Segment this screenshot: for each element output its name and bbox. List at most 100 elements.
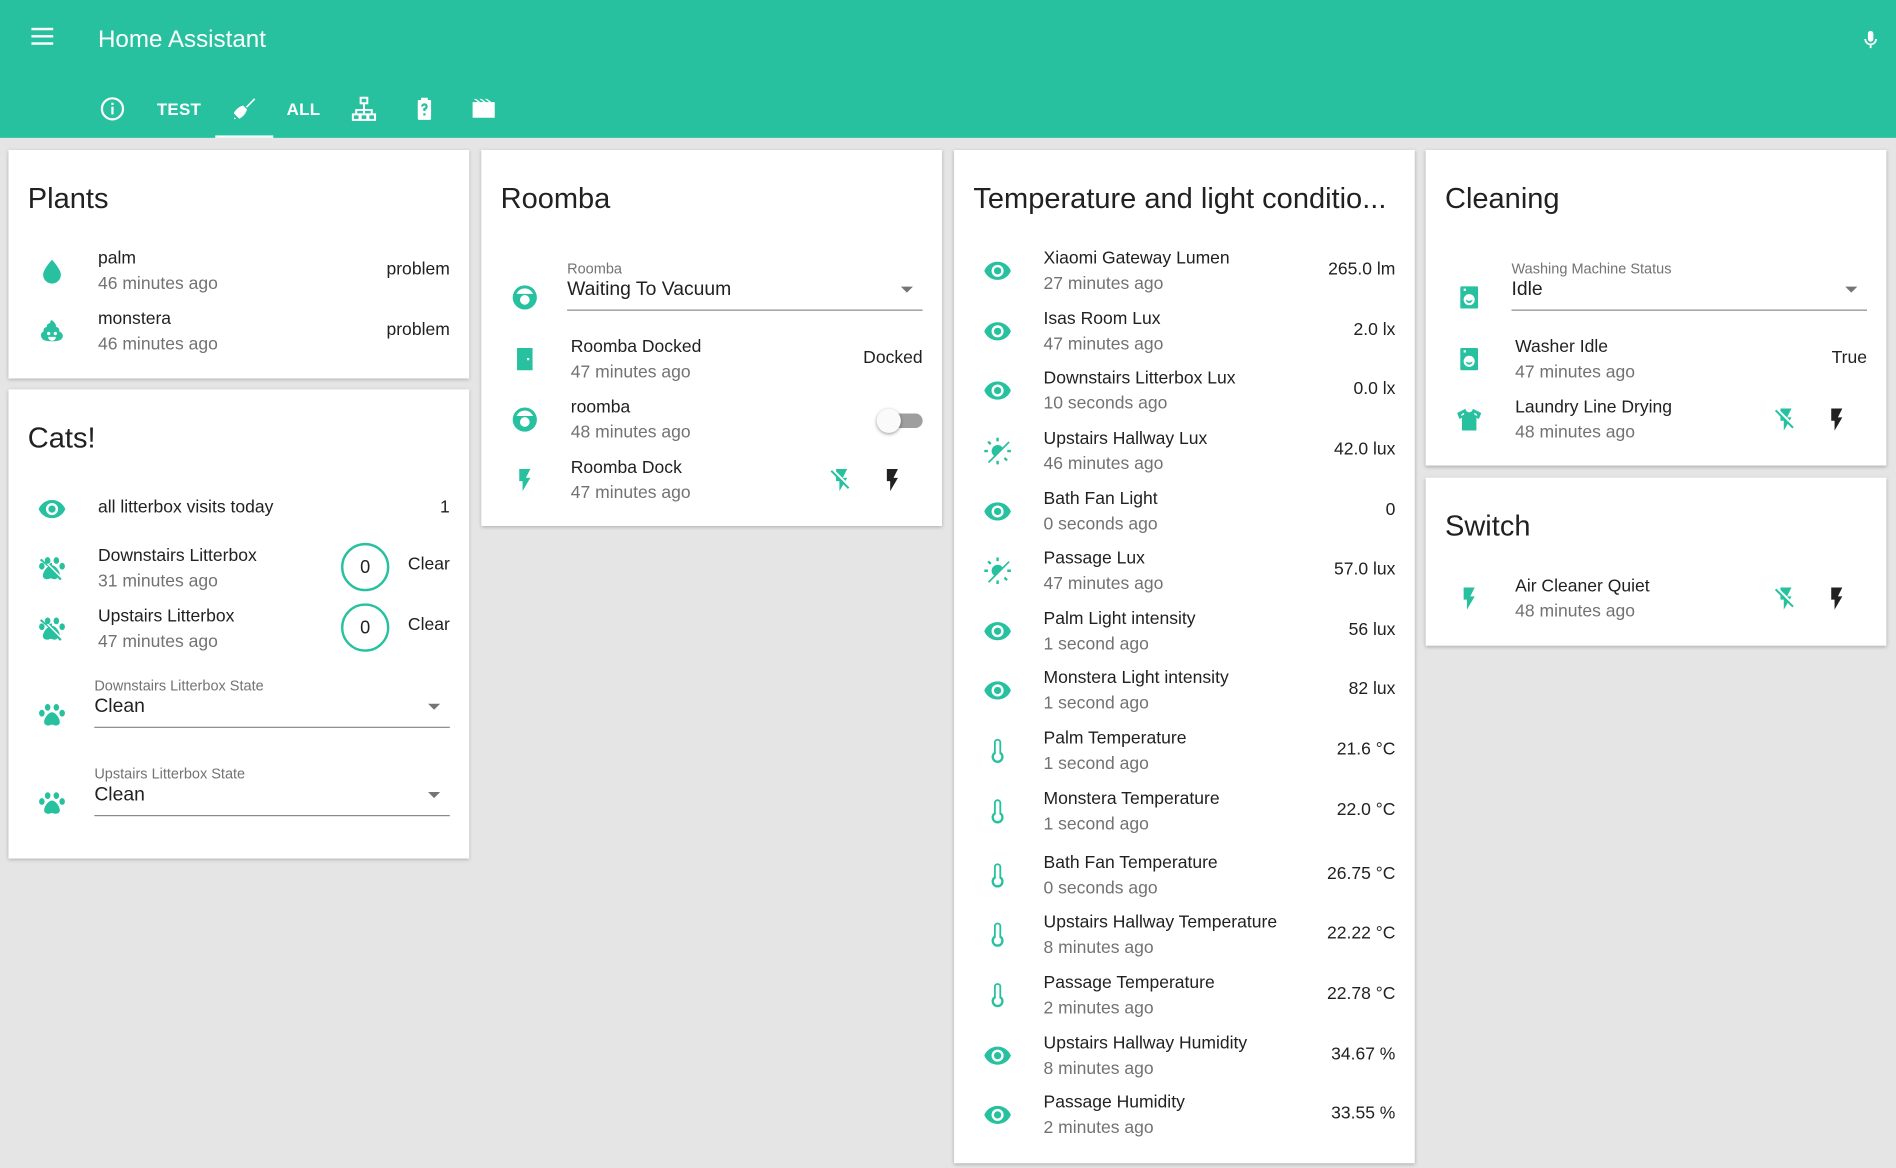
dropdown-arrow-icon[interactable]: [1845, 286, 1858, 293]
entity-state: 22.22 °C: [1326, 923, 1396, 944]
turn-off-button[interactable]: [1768, 401, 1804, 437]
entity-time: 1 second ago: [1043, 694, 1149, 714]
roomba-docked-row[interactable]: Roomba Docked 47 minutes ago Docked: [501, 331, 923, 387]
tab-battery[interactable]: [394, 80, 454, 138]
entity-name: Bath Fan Temperature: [1043, 853, 1218, 874]
sensor-row[interactable]: Upstairs Hallway Temperature 8 minutes ag…: [973, 907, 1395, 963]
downstairs-litterbox-state-select[interactable]: Downstairs Litterbox State Clean: [28, 677, 450, 750]
flash-icon: [879, 467, 906, 494]
entity-time: 48 minutes ago: [570, 423, 691, 443]
plant-row-palm[interactable]: palm 46 minutes ago problem: [28, 243, 450, 299]
entity-name: Washer Idle: [1515, 337, 1609, 357]
sensor-row[interactable]: Bath Fan Temperature 0 seconds ago 26.75 °…: [973, 848, 1395, 904]
roomba-select[interactable]: Roomba Waiting To Vacuum: [501, 260, 923, 333]
weather-sunny-icon: [983, 556, 1012, 585]
tab-network[interactable]: [334, 80, 394, 138]
sensor-row[interactable]: Palm Temperature 1 second ago 21.6 °C: [973, 723, 1395, 779]
weather-sunny-icon: [983, 437, 1012, 466]
entity-state: 2.0 lx: [1353, 320, 1396, 340]
dropdown-arrow-icon[interactable]: [900, 286, 913, 293]
entity-name: Monstera Light intensity: [1043, 668, 1229, 689]
switch-card: Switch Air Cleaner Quiet 48 minutes ago: [1425, 477, 1887, 646]
roomba-toggle-switch[interactable]: [876, 408, 923, 433]
tab-all[interactable]: ALL: [273, 80, 333, 138]
upstairs-litterbox-state-select[interactable]: Upstairs Litterbox State Clean: [28, 765, 450, 838]
entity-state: 265.0 lm: [1328, 259, 1396, 280]
entity-name: Upstairs Hallway Lux: [1043, 429, 1208, 449]
clear-button[interactable]: Clear: [408, 615, 450, 634]
entity-time: 8 minutes ago: [1043, 938, 1154, 958]
entity-name: monstera: [97, 309, 172, 329]
roomba-card: Roomba Roomba Waiting To Vacuum Roomba D…: [481, 149, 942, 527]
card-title: Cats!: [27, 422, 96, 455]
turn-off-button[interactable]: [823, 462, 859, 498]
turn-on-button[interactable]: [1819, 580, 1855, 616]
turn-on-button[interactable]: [1819, 401, 1855, 437]
flash-icon: [1823, 406, 1850, 433]
entity-state: 34.67 %: [1331, 1044, 1396, 1065]
entity-state: 22.0 °C: [1336, 800, 1396, 820]
sensor-row[interactable]: Palm Light intensity 1 second ago 56 lux: [973, 603, 1395, 659]
select-value: Clean: [94, 784, 145, 806]
sensor-row[interactable]: Passage Lux 47 minutes ago 57.0 lux: [973, 543, 1395, 599]
clear-button[interactable]: Clear: [408, 555, 450, 574]
cleaning-card: Cleaning Washing Machine Status Idle Was…: [1425, 149, 1887, 466]
microphone-icon[interactable]: [1860, 24, 1882, 55]
entity-time: 47 minutes ago: [1043, 334, 1164, 355]
entity-time: 48 minutes ago: [1515, 602, 1636, 622]
entity-name: Passage Lux: [1043, 548, 1145, 569]
water-drop-icon: [39, 258, 66, 285]
thermometer-icon: [983, 981, 1012, 1010]
thermometer-icon: [983, 861, 1012, 890]
temperature-light-card: Temperature and light conditio... Xiaomi…: [954, 149, 1415, 1164]
app-header: Home Assistant TEST ALL: [0, 0, 1896, 138]
dropdown-arrow-icon[interactable]: [428, 703, 441, 710]
tab-cleaning[interactable]: [215, 80, 274, 138]
select-label: Upstairs Litterbox State: [94, 765, 246, 783]
entity-name: Passage Temperature: [1043, 973, 1215, 993]
litterbox-visits-row[interactable]: all litterbox visits today 1: [28, 481, 450, 537]
tab-media[interactable]: [455, 80, 513, 138]
entity-name: Upstairs Hallway Temperature: [1043, 912, 1278, 933]
entity-state: problem: [386, 259, 450, 280]
eye-icon: [983, 1041, 1012, 1070]
flash-off-icon: [1773, 585, 1800, 612]
sensor-row[interactable]: Monstera Temperature 1 second ago 22.0 °C: [973, 784, 1395, 840]
sensor-row[interactable]: Passage Humidity 2 minutes ago 33.55 %: [973, 1087, 1395, 1143]
tab-test[interactable]: TEST: [143, 80, 216, 138]
sensor-row[interactable]: Isas Room Lux 47 minutes ago 2.0 lx: [973, 304, 1395, 360]
sensor-row[interactable]: Xiaomi Gateway Lumen 27 minutes ago 265.0 …: [973, 243, 1395, 299]
eye-icon: [983, 676, 1012, 705]
paw-icon: [37, 788, 66, 817]
menu-icon[interactable]: [27, 24, 58, 55]
robot-vacuum-icon: [510, 283, 539, 312]
eye-icon: [983, 497, 1012, 526]
cats-card: Cats! all litterbox visits today 1 Downs…: [8, 389, 470, 859]
entity-state: 1: [440, 498, 450, 518]
roomba-dock-row: Roomba Dock 47 minutes ago: [501, 452, 923, 508]
eye-icon: [983, 617, 1012, 646]
entity-time: 47 minutes ago: [570, 362, 691, 383]
entity-state: 0.0 lx: [1353, 379, 1396, 400]
door-icon: [511, 346, 538, 373]
broom-icon: [233, 98, 256, 120]
turn-on-button[interactable]: [874, 462, 910, 498]
plant-row-monstera[interactable]: monstera 46 minutes ago problem: [28, 304, 450, 360]
sensor-row[interactable]: Passage Temperature 2 minutes ago 22.78 °C: [973, 967, 1395, 1023]
sensor-row[interactable]: Upstairs Hallway Humidity 8 minutes ago 34…: [973, 1028, 1395, 1084]
tab-info[interactable]: [82, 80, 142, 138]
entity-time: 46 minutes ago: [97, 334, 218, 355]
sensor-row[interactable]: Monstera Light intensity 1 second ago 82 l…: [973, 663, 1395, 719]
entity-name: Air Cleaner Quiet: [1515, 576, 1650, 597]
dropdown-arrow-icon[interactable]: [428, 792, 441, 799]
entity-name: Upstairs Litterbox: [97, 607, 235, 627]
sensor-row[interactable]: Upstairs Hallway Lux 46 minutes ago 42.0 l…: [973, 423, 1395, 479]
robot-vacuum-icon: [510, 405, 539, 434]
air-cleaner-quiet-row: Air Cleaner Quiet 48 minutes ago: [1445, 571, 1867, 627]
washer-idle-row[interactable]: Washer Idle 47 minutes ago True: [1445, 331, 1867, 387]
sensor-row[interactable]: Downstairs Litterbox Lux 10 seconds ago 0.…: [973, 363, 1395, 419]
entity-name: all litterbox visits today: [97, 498, 274, 518]
sensor-row[interactable]: Bath Fan Light 0 seconds ago 0: [973, 484, 1395, 540]
turn-off-button[interactable]: [1768, 580, 1804, 616]
washing-machine-status-select[interactable]: Washing Machine Status Idle: [1445, 260, 1868, 333]
